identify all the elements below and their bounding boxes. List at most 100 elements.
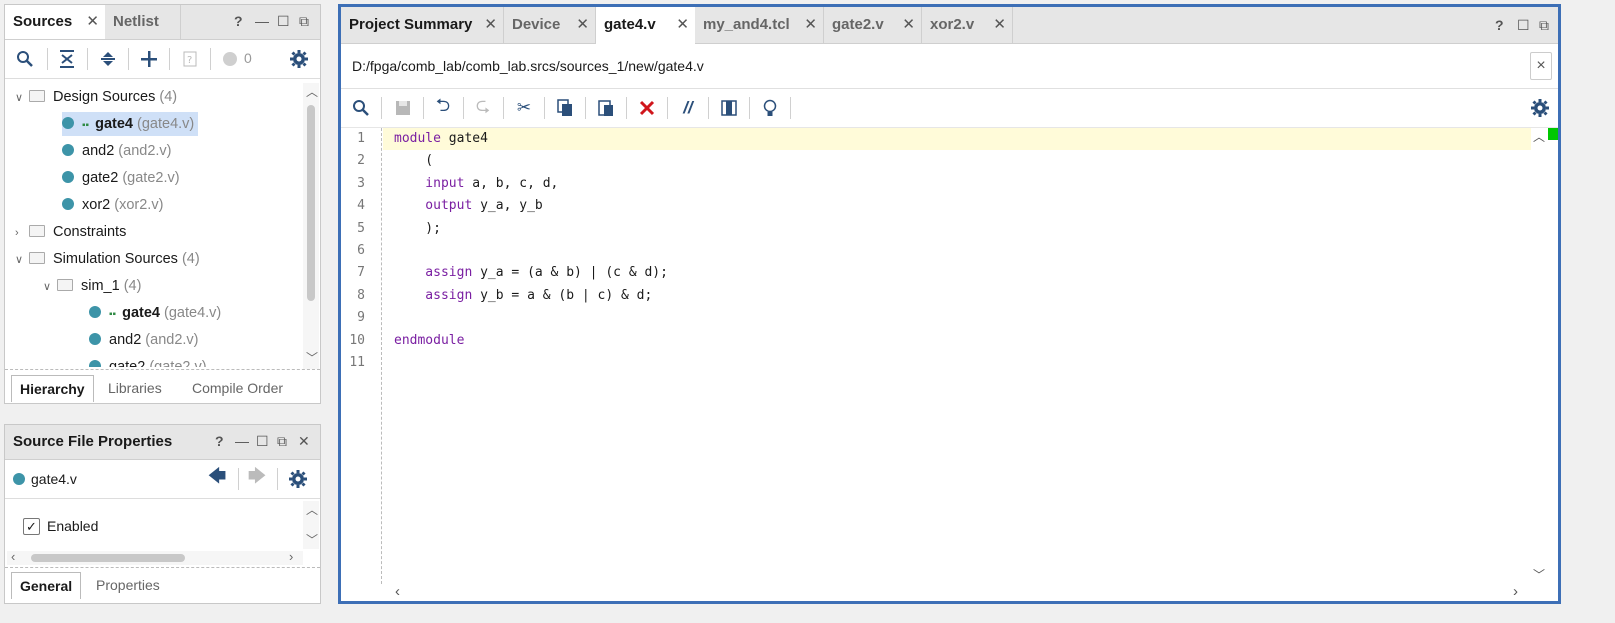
editor-vscrollbar[interactable]: ︿ ﹀ bbox=[1531, 128, 1547, 584]
comment-icon[interactable]: // bbox=[678, 98, 698, 118]
add-sources-icon[interactable] bbox=[139, 49, 159, 69]
checkbox-checked-icon[interactable]: ✓ bbox=[23, 518, 40, 535]
maximize-icon[interactable]: ☐ bbox=[256, 433, 269, 450]
gear-icon[interactable] bbox=[289, 49, 309, 69]
save-icon[interactable] bbox=[393, 98, 413, 118]
properties-hscrollbar[interactable]: ‹ › bbox=[7, 549, 303, 565]
tree-item-and2[interactable]: and2 (and2.v) bbox=[62, 139, 172, 163]
maximize-icon[interactable]: ☐ bbox=[277, 13, 290, 30]
properties-vscrollbar[interactable]: ︿ ﹀ bbox=[303, 501, 319, 549]
back-arrow-icon[interactable]: 🡄 bbox=[207, 466, 227, 488]
chevron-right-icon[interactable]: › bbox=[15, 221, 29, 245]
scroll-left-icon[interactable]: ‹ bbox=[395, 583, 400, 600]
gear-icon[interactable] bbox=[1530, 98, 1550, 118]
scroll-right-icon[interactable]: › bbox=[289, 549, 293, 564]
code-line[interactable]: 5 ); bbox=[341, 218, 1531, 240]
tree-item-gate2[interactable]: gate2 (gate2.v) bbox=[62, 166, 180, 190]
column-select-icon[interactable] bbox=[719, 98, 739, 118]
tree-item-sim-and2[interactable]: and2 (and2.v) bbox=[89, 328, 199, 352]
tab-hierarchy[interactable]: Hierarchy bbox=[11, 375, 94, 402]
tab-project-summary[interactable]: Project Summary ✕ bbox=[341, 7, 504, 43]
close-path-button[interactable]: × bbox=[1530, 52, 1552, 80]
minimize-icon[interactable]: — bbox=[235, 433, 249, 449]
tab-gate4-v[interactable]: gate4.v ✕ bbox=[596, 7, 695, 44]
scroll-down-icon[interactable]: ﹀ bbox=[306, 531, 318, 548]
code-line[interactable]: 4 output y_a, y_b bbox=[341, 195, 1531, 217]
scroll-up-icon[interactable]: ︿ bbox=[306, 501, 318, 518]
tab-libraries[interactable]: Libraries bbox=[100, 375, 170, 401]
tab-properties[interactable]: Properties bbox=[88, 572, 168, 598]
close-icon[interactable]: ✕ bbox=[484, 7, 497, 43]
undo-icon[interactable]: ⮌ bbox=[433, 95, 453, 118]
tab-compile-order[interactable]: Compile Order bbox=[184, 375, 291, 401]
copy-icon[interactable] bbox=[555, 98, 575, 118]
search-icon[interactable] bbox=[15, 49, 35, 69]
tree-item-sim-1[interactable]: ∨ sim_1 (4) bbox=[43, 274, 141, 298]
scroll-thumb[interactable] bbox=[31, 554, 185, 562]
lightbulb-icon[interactable] bbox=[760, 98, 780, 118]
search-icon[interactable] bbox=[351, 98, 371, 118]
scroll-down-icon[interactable]: ﹀ bbox=[1533, 566, 1545, 583]
tree-item-simulation-sources[interactable]: ∨ Simulation Sources (4) bbox=[15, 247, 200, 271]
help-icon[interactable]: ? bbox=[215, 433, 224, 449]
code-line[interactable]: 3 input a, b, c, d, bbox=[341, 173, 1531, 195]
tree-item-xor2[interactable]: xor2 (xor2.v) bbox=[62, 193, 163, 217]
code-line[interactable]: 2 ( bbox=[341, 150, 1531, 172]
code-line[interactable]: 6 bbox=[341, 240, 1531, 262]
tree-item-sim-gate2[interactable]: gate2 (gate2.v) bbox=[89, 355, 207, 367]
code-line[interactable]: 9 bbox=[341, 307, 1531, 329]
code-line[interactable]: 8 assign y_b = a & (b | c) & d; bbox=[341, 285, 1531, 307]
float-icon[interactable]: ⧉ bbox=[299, 13, 309, 30]
code-line[interactable]: 7 assign y_a = (a & b) | (c & d); bbox=[341, 262, 1531, 284]
chevron-down-icon[interactable]: ∨ bbox=[43, 275, 57, 299]
float-icon[interactable]: ⧉ bbox=[1539, 17, 1549, 34]
tab-gate2-v[interactable]: gate2.v ✕ bbox=[824, 7, 922, 43]
close-icon[interactable]: ✕ bbox=[804, 7, 817, 43]
code-line[interactable]: 1 module gate4 bbox=[341, 128, 1531, 150]
code-line[interactable]: 11 bbox=[341, 352, 1531, 374]
tab-my-and4-tcl[interactable]: my_and4.tcl ✕ bbox=[695, 7, 824, 43]
help-icon[interactable]: ? bbox=[234, 13, 243, 29]
editor-toolbar: ⮌ ⮎ ✂ // bbox=[341, 89, 1558, 128]
gear-icon[interactable] bbox=[288, 469, 308, 489]
code-editor[interactable]: 1 module gate4 2 (3 input a, b, c, d, 4 out… bbox=[341, 128, 1531, 584]
tab-netlist[interactable]: Netlist bbox=[105, 5, 181, 39]
tree-scrollbar[interactable]: ︿ ﹀ bbox=[303, 83, 319, 369]
editor-hscrollbar[interactable]: ‹ › bbox=[383, 583, 1531, 601]
scroll-down-icon[interactable]: ﹀ bbox=[306, 349, 318, 366]
code-line[interactable]: 10 endmodule bbox=[341, 330, 1531, 352]
tree-item-design-sources[interactable]: ∨ Design Sources (4) bbox=[15, 85, 177, 109]
close-icon[interactable]: ✕ bbox=[576, 7, 589, 43]
tab-general[interactable]: General bbox=[11, 572, 82, 599]
unknown-file-icon[interactable]: ? bbox=[180, 49, 200, 69]
close-icon[interactable]: ✕ bbox=[993, 7, 1006, 43]
tree-item-gate4[interactable]: ▪▪ gate4 (gate4.v) bbox=[62, 112, 199, 136]
tree-item-constraints[interactable]: › Constraints bbox=[15, 220, 126, 244]
scroll-up-icon[interactable]: ︿ bbox=[306, 83, 318, 100]
close-icon[interactable]: ✕ bbox=[676, 7, 689, 43]
scroll-up-icon[interactable]: ︿ bbox=[1533, 128, 1545, 145]
forward-arrow-icon[interactable]: 🡆 bbox=[247, 466, 267, 488]
tab-xor2-v[interactable]: xor2.v ✕ bbox=[922, 7, 1013, 43]
collapse-all-icon[interactable] bbox=[57, 49, 77, 69]
close-icon[interactable]: ✕ bbox=[86, 5, 99, 39]
scroll-right-icon[interactable]: › bbox=[1513, 583, 1518, 600]
redo-icon[interactable]: ⮎ bbox=[473, 95, 493, 118]
cut-icon[interactable]: ✂ bbox=[514, 98, 534, 118]
expand-all-icon[interactable] bbox=[98, 49, 118, 69]
scroll-thumb[interactable] bbox=[307, 105, 315, 301]
scroll-left-icon[interactable]: ‹ bbox=[11, 549, 15, 564]
close-icon[interactable]: ✕ bbox=[298, 433, 310, 450]
tab-sources[interactable]: Sources ✕ bbox=[5, 5, 105, 39]
help-icon[interactable]: ? bbox=[1495, 17, 1504, 33]
float-icon[interactable]: ⧉ bbox=[277, 433, 287, 450]
minimize-icon[interactable]: — bbox=[255, 13, 269, 29]
tab-device[interactable]: Device ✕ bbox=[504, 7, 596, 43]
delete-icon[interactable] bbox=[637, 98, 657, 118]
paste-icon[interactable] bbox=[596, 98, 616, 118]
chevron-down-icon[interactable]: ∨ bbox=[15, 248, 29, 272]
tree-item-sim-gate4[interactable]: ▪▪ gate4 (gate4.v) bbox=[89, 301, 221, 325]
chevron-down-icon[interactable]: ∨ bbox=[15, 86, 29, 110]
close-icon[interactable]: ✕ bbox=[902, 7, 915, 43]
maximize-icon[interactable]: ☐ bbox=[1517, 17, 1530, 34]
